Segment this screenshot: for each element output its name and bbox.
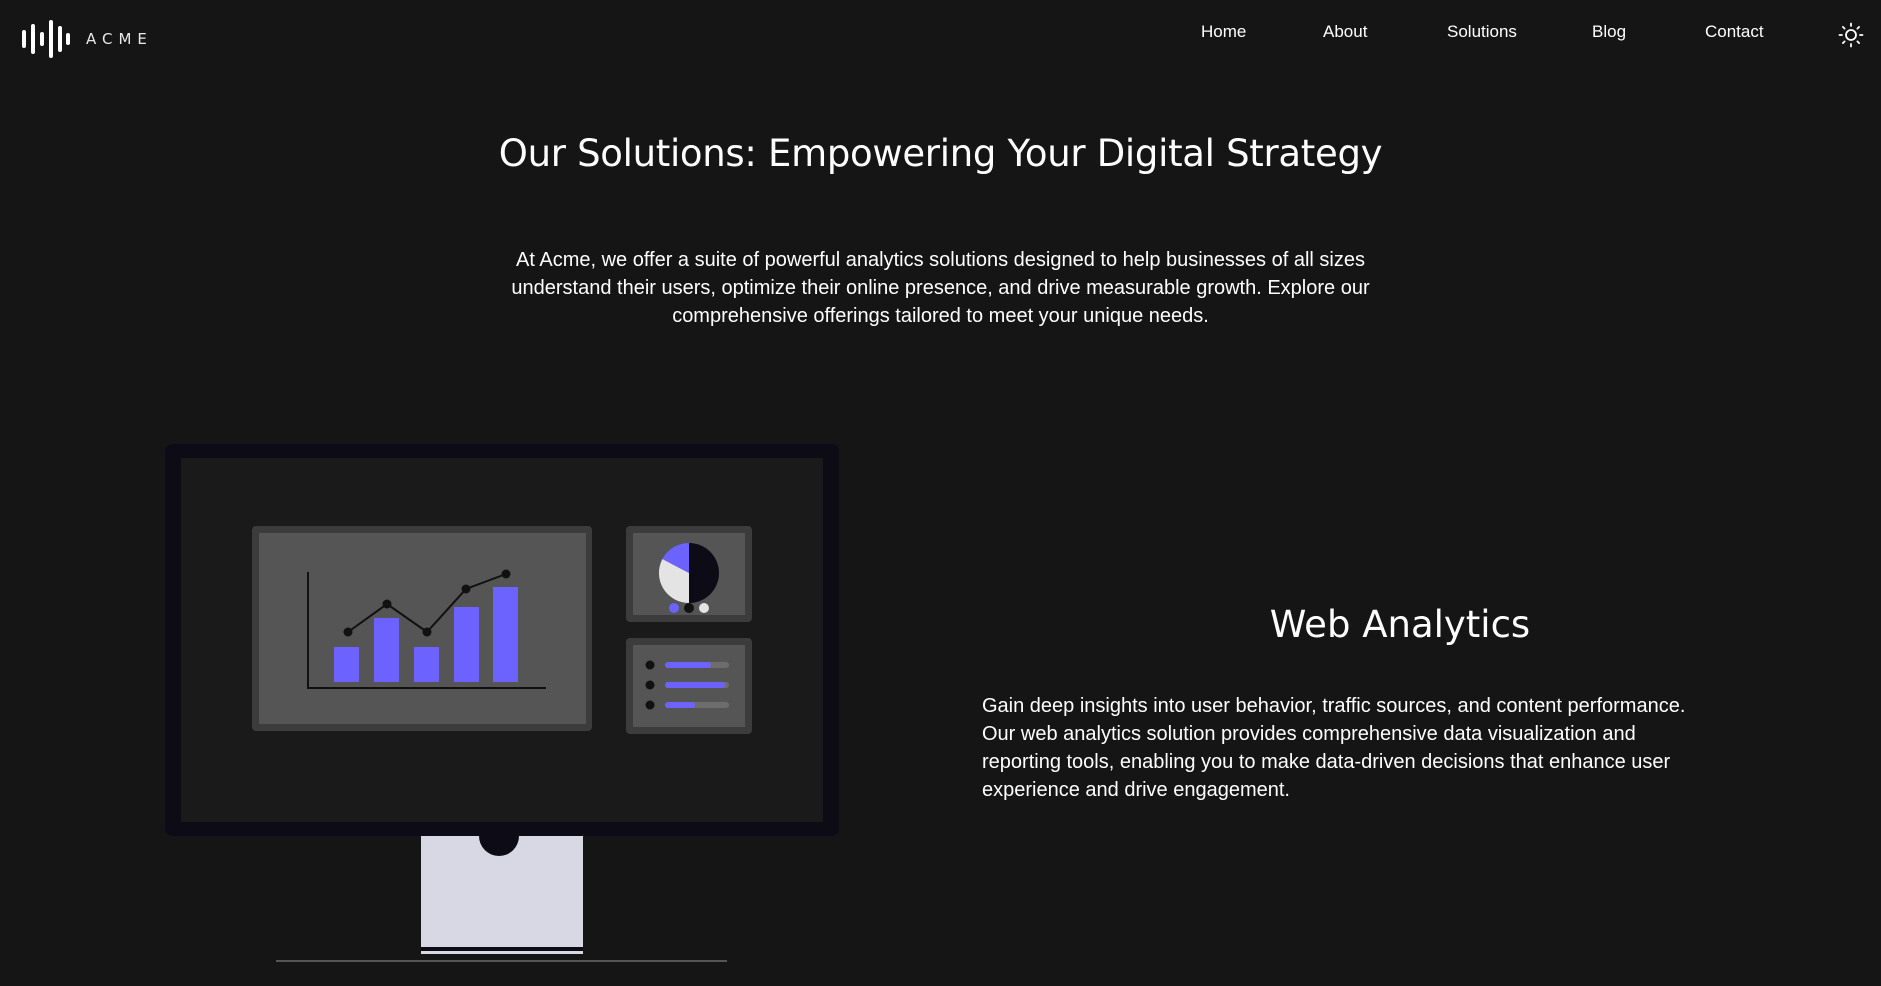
intro-paragraph: At Acme, we offer a suite of powerful an… — [511, 249, 1370, 327]
solution-description: Gain deep insights into user behavior, t… — [982, 695, 1686, 801]
pie-chart-icon — [658, 542, 719, 604]
site-header: ACME Home About Solutions Blog Contact — [0, 0, 1881, 72]
sun-icon — [1838, 22, 1864, 48]
theme-toggle-button[interactable] — [1838, 22, 1864, 48]
chart-bar-icon — [493, 587, 518, 682]
logo-text: ACME — [86, 30, 153, 48]
logo-link[interactable]: ACME — [20, 20, 153, 58]
chart-bar-icon — [334, 647, 359, 682]
nav-home[interactable]: Home — [1201, 22, 1246, 42]
nav-solutions[interactable]: Solutions — [1447, 22, 1517, 42]
chart-bar-icon — [414, 647, 439, 682]
page-title: Our Solutions: Empowering Your Digital S… — [498, 132, 1383, 175]
solution-title: Web Analytics — [1269, 603, 1531, 646]
chart-bar-icon — [454, 607, 479, 682]
nav-contact[interactable]: Contact — [1705, 22, 1764, 42]
page: ACME Home About Solutions Blog Contact O… — [0, 0, 1881, 986]
nav-blog[interactable]: Blog — [1592, 22, 1626, 42]
chart-bar-icon — [374, 618, 399, 682]
logo-waveform-icon — [22, 20, 70, 58]
analytics-dashboard-monitor-illustration — [165, 442, 845, 962]
nav-about[interactable]: About — [1323, 22, 1367, 42]
